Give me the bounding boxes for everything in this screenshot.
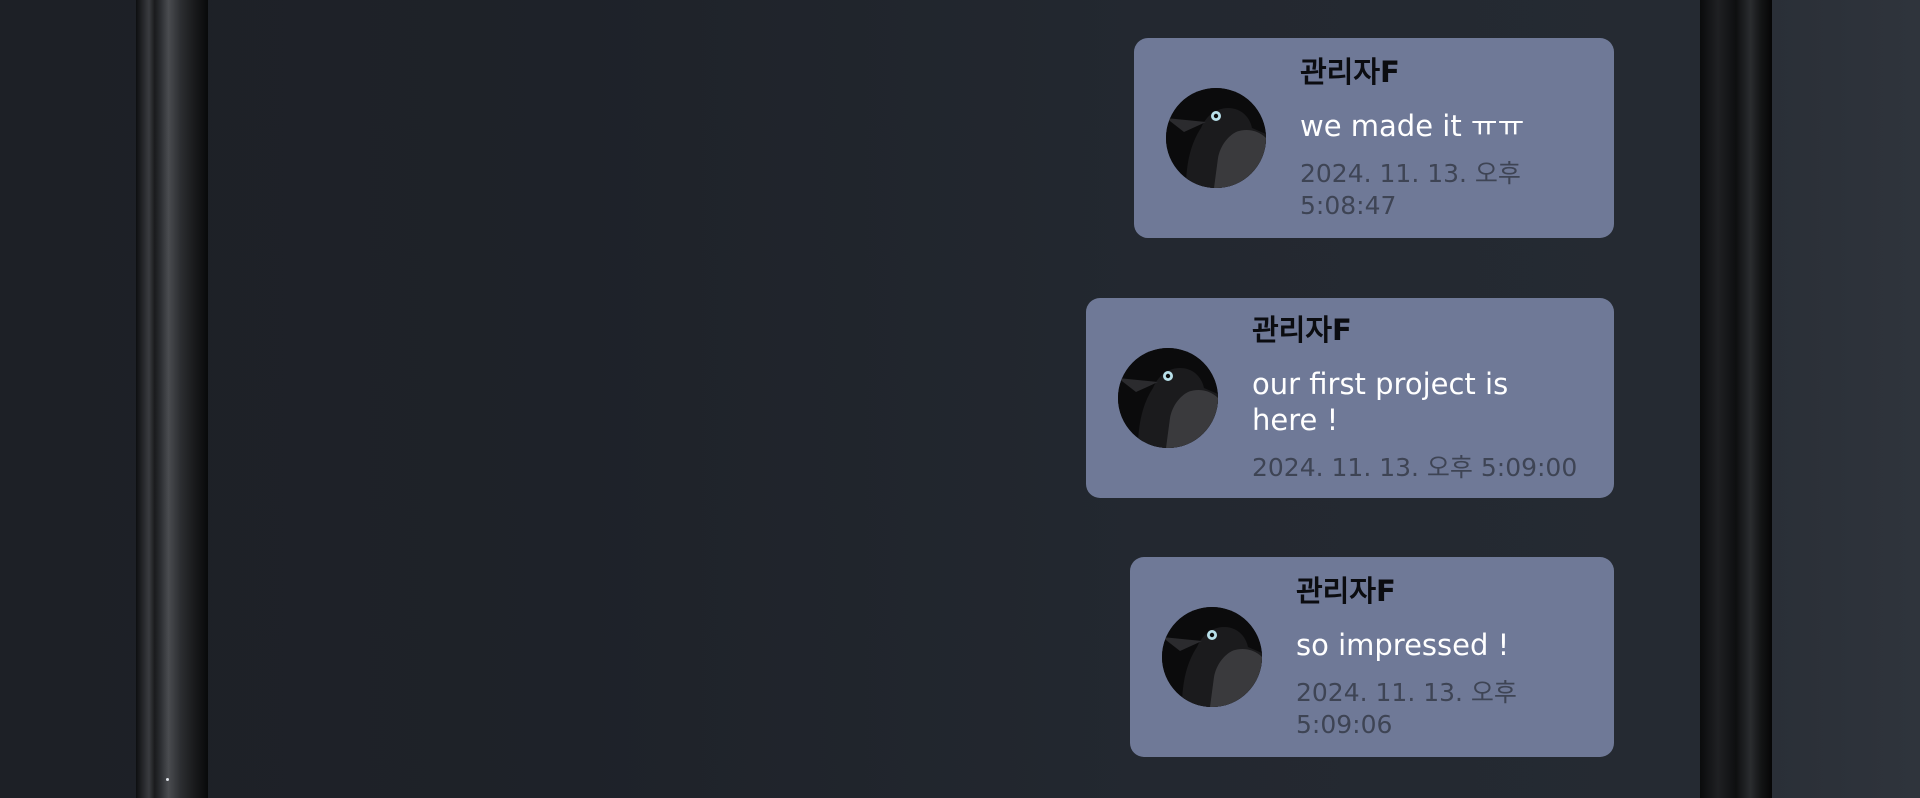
- message-text: so impressed !: [1296, 628, 1510, 662]
- crow-avatar-icon[interactable]: [1166, 88, 1266, 188]
- message-author: 관리자F: [1252, 313, 1352, 347]
- message-text: our first project is here !: [1252, 367, 1509, 437]
- left-pillar: [136, 0, 208, 798]
- chat-message[interactable]: 관리자F we made it ㅠㅠ 2024. 11. 13. 오후 5:08…: [1134, 38, 1614, 238]
- chat-background: 관리자F we made it ㅠㅠ 2024. 11. 13. 오후 5:08…: [0, 0, 1920, 798]
- chat-message[interactable]: 관리자F our first project is here ! 2024. 1…: [1086, 298, 1614, 498]
- small-dot: [166, 778, 169, 781]
- message-author: 관리자F: [1296, 574, 1396, 608]
- crow-avatar-icon[interactable]: [1118, 348, 1218, 448]
- message-text: we made it ㅠㅠ: [1300, 109, 1525, 143]
- right-pillar: [1700, 0, 1772, 798]
- message-timestamp: 2024. 11. 13. 오후 5:08:47: [1300, 159, 1521, 220]
- message-timestamp: 2024. 11. 13. 오후 5:09:00: [1252, 453, 1578, 482]
- crow-avatar-icon[interactable]: [1162, 607, 1262, 707]
- chat-message[interactable]: 관리자F so impressed ! 2024. 11. 13. 오후 5:0…: [1130, 557, 1614, 757]
- right-wall: [1772, 0, 1920, 798]
- message-author: 관리자F: [1300, 55, 1400, 89]
- message-timestamp: 2024. 11. 13. 오후 5:09:06: [1296, 678, 1517, 739]
